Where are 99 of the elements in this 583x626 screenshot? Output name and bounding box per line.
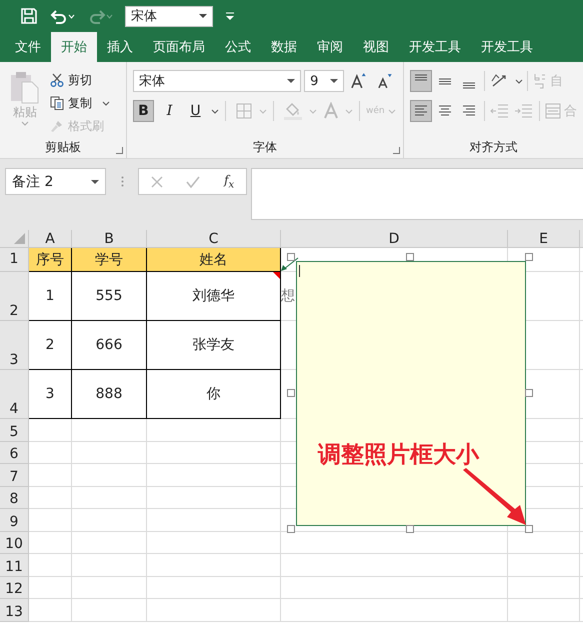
ribbon-tab[interactable]: 开始 (51, 32, 97, 62)
grow-font-icon[interactable] (350, 72, 368, 90)
row-header[interactable]: 9 (0, 509, 29, 532)
row-header[interactable]: 6 (0, 442, 29, 464)
resize-handle[interactable] (525, 525, 533, 533)
resize-handle[interactable] (287, 525, 295, 533)
row-header[interactable]: 7 (0, 464, 29, 486)
row-header[interactable]: 3 (0, 321, 29, 370)
row-header[interactable]: 11 (0, 554, 29, 576)
ribbon-tab[interactable]: 插入 (97, 32, 143, 62)
group-label: 对齐方式 (470, 138, 518, 156)
ribbon-tab[interactable]: 页面布局 (143, 32, 215, 62)
undo-icon[interactable] (49, 8, 75, 24)
font-name-field[interactable]: 宋体 (133, 70, 302, 92)
font-dropdown[interactable]: 宋体 (125, 6, 213, 26)
table-cell: 张学友 (147, 321, 281, 370)
column-header[interactable]: E (508, 230, 580, 248)
table-cell (29, 532, 72, 554)
font-size-field[interactable]: 9 (304, 70, 344, 92)
annotation-text: 调整照片框大小 (318, 441, 479, 470)
caret-icon[interactable] (211, 108, 219, 114)
table-cell: 序号 (29, 248, 72, 272)
shrink-font-icon[interactable] (376, 72, 394, 90)
table-cell: 2 (29, 321, 72, 370)
caret-icon (21, 121, 29, 126)
table-cell (29, 599, 72, 622)
italic-button[interactable]: I (159, 100, 180, 122)
column-header[interactable]: B (72, 230, 147, 248)
paintbrush-icon (50, 119, 64, 133)
scissors-icon (50, 73, 64, 87)
table-cell: 姓名 (147, 248, 281, 272)
table-cell (508, 599, 580, 622)
save-icon[interactable] (21, 8, 37, 24)
ribbon-tab[interactable]: 公式 (215, 32, 261, 62)
dialog-launcher-icon[interactable] (116, 147, 123, 154)
group-label: 字体 (253, 138, 277, 156)
row-header[interactable]: 13 (0, 599, 29, 622)
table-cell: 888 (72, 370, 147, 419)
table-cell: 你 (147, 370, 281, 419)
table-cell: 刘德华 (147, 272, 281, 321)
resize-handle[interactable] (525, 253, 533, 261)
resize-handle[interactable] (406, 525, 414, 533)
annotation-arrow (461, 468, 527, 526)
resize-handle[interactable] (287, 253, 295, 261)
row-header[interactable]: 5 (0, 419, 29, 442)
table-cell: 学号 (72, 248, 147, 272)
column-header[interactable]: A (29, 230, 72, 248)
ribbon-tab[interactable]: 视图 (353, 32, 399, 62)
underline-button[interactable]: U (185, 100, 206, 122)
merge-cells-icon[interactable] (545, 102, 561, 120)
font-color-icon[interactable] (323, 102, 339, 120)
copy-icon (50, 96, 64, 110)
formula-input[interactable] (251, 168, 583, 220)
comment-box[interactable]: 调整照片框大小 (296, 261, 526, 526)
table-cell (29, 554, 72, 576)
resize-handle[interactable] (406, 253, 414, 261)
insert-function-button[interactable]: f$_{x}$ (224, 172, 234, 190)
dialog-launcher-icon[interactable] (393, 147, 400, 154)
group-label: 剪贴板 (45, 138, 81, 156)
ribbon-tab[interactable]: 文件 (5, 32, 51, 62)
row-header[interactable]: 8 (0, 486, 29, 509)
resize-handle[interactable] (287, 389, 295, 397)
row-header[interactable]: 2 (0, 272, 29, 321)
table-cell: 666 (72, 321, 147, 370)
copy-button[interactable]: 复制 (50, 93, 110, 113)
name-box[interactable]: 备注 2 (5, 168, 106, 195)
ribbon-tab[interactable]: 审阅 (307, 32, 353, 62)
table-cell (508, 576, 580, 599)
table-cell: 1 (29, 272, 72, 321)
cut-button[interactable]: 剪切 (50, 70, 110, 90)
align-left-icon[interactable] (410, 100, 432, 122)
table-cell: 3 (29, 370, 72, 419)
align-top-icon[interactable] (410, 70, 432, 92)
ribbon-tab[interactable]: 数据 (261, 32, 307, 62)
fill-color-icon[interactable] (283, 102, 303, 120)
table-cell (29, 464, 72, 486)
ribbon-tab[interactable]: 开发工具 (471, 32, 543, 62)
table-cell: 555 (72, 272, 147, 321)
table-cell (29, 576, 72, 599)
drag-handle-icon[interactable] (120, 176, 124, 187)
table-cell: 想 (281, 287, 295, 305)
leader-line (281, 257, 299, 272)
row-header[interactable]: 4 (0, 370, 29, 419)
customize-icon[interactable] (225, 10, 235, 22)
caret-icon (102, 100, 110, 106)
table-cell (29, 419, 72, 442)
row-header[interactable]: 10 (0, 532, 29, 554)
table-cell (29, 509, 72, 532)
ribbon-tab[interactable]: 开发工具 (399, 32, 471, 62)
row-header[interactable]: 1 (0, 248, 29, 272)
caret-icon[interactable] (515, 78, 523, 84)
column-header[interactable]: D (281, 230, 508, 248)
table-cell (29, 442, 72, 464)
row-header[interactable]: 12 (0, 576, 29, 599)
bold-button[interactable]: B (133, 100, 154, 122)
resize-handle[interactable] (525, 389, 533, 397)
table-cell (29, 486, 72, 509)
table-cell (508, 554, 580, 576)
column-header[interactable]: C (147, 230, 281, 248)
